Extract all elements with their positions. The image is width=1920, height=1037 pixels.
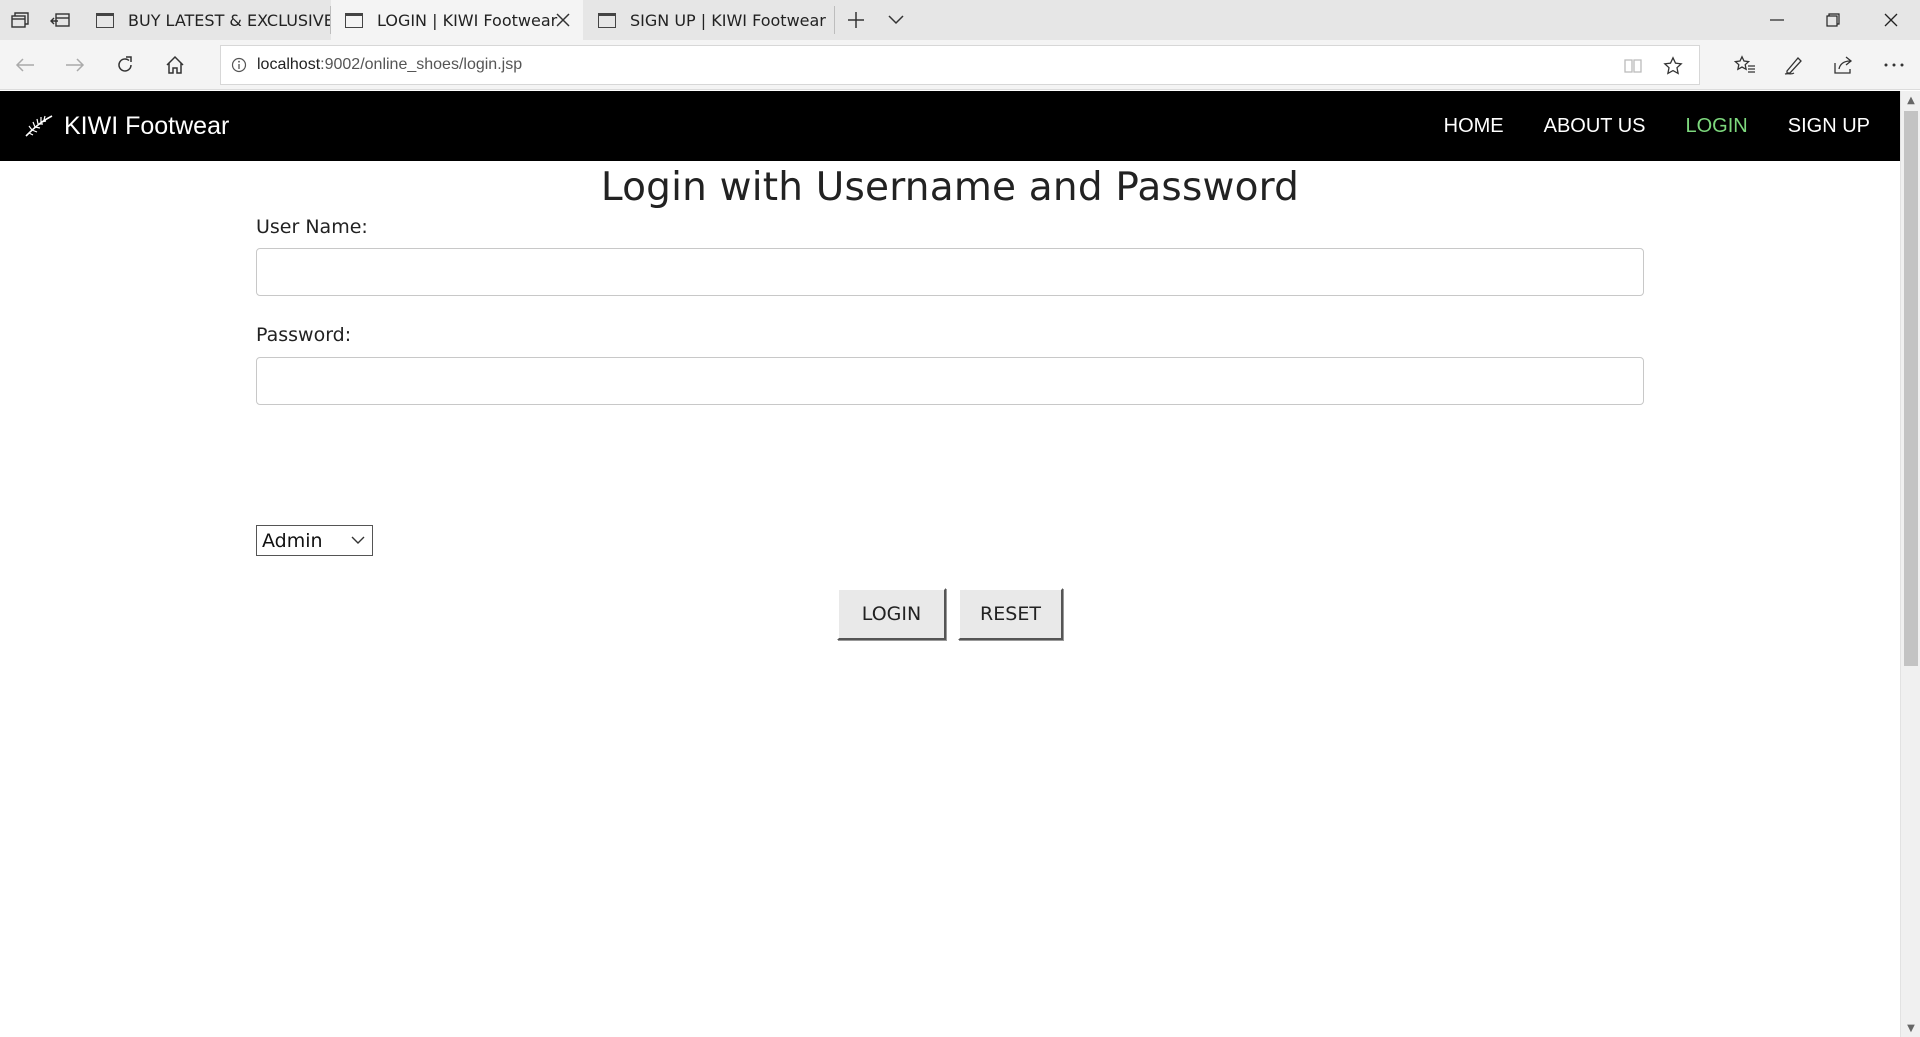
address-bar[interactable]: localhost:9002/online_shoes/login.jsp [220,45,1700,85]
nav-about-link[interactable]: ABOUT US [1544,115,1646,138]
page-viewport: KIWI Footwear HOME ABOUT US LOGIN SIGN U… [0,91,1900,1037]
browser-tab-login[interactable]: LOGIN | KIWI Footwear [331,0,583,40]
scroll-down-arrow-icon[interactable]: ▼ [1901,1019,1920,1037]
role-selected-value: Admin [262,529,323,552]
reading-view-icon[interactable] [1613,46,1653,86]
tab-title: SIGN UP | KIWI Footwear [630,10,826,30]
username-label: User Name: [256,216,368,238]
site-header: KIWI Footwear HOME ABOUT US LOGIN SIGN U… [0,91,1900,161]
site-brand[interactable]: KIWI Footwear [24,91,229,161]
nav-signup-link[interactable]: SIGN UP [1788,115,1870,138]
page-icon [598,12,616,28]
favorite-star-icon[interactable] [1653,46,1693,86]
browser-tab-signup[interactable]: SIGN UP | KIWI Footwear [584,0,834,40]
url-text: localhost:9002/online_shoes/login.jsp [257,56,522,74]
scroll-up-arrow-icon[interactable]: ▲ [1901,91,1920,109]
close-window-icon[interactable] [1861,0,1920,40]
minimize-icon[interactable] [1749,0,1805,40]
nav-home-link[interactable]: HOME [1444,115,1504,138]
username-input[interactable] [256,248,1644,296]
password-input[interactable] [256,357,1644,405]
page-icon [96,12,114,28]
set-tabs-aside-icon[interactable] [40,0,80,40]
site-info-icon[interactable] [221,46,257,84]
forward-arrow-icon[interactable] [55,45,95,85]
refresh-icon[interactable] [105,45,145,85]
web-note-pen-icon[interactable] [1772,45,1816,85]
page-icon [345,12,363,28]
home-icon[interactable] [155,45,195,85]
reset-button[interactable]: RESET [958,588,1063,640]
brand-name: KIWI Footwear [64,111,230,140]
tab-actions-icon[interactable] [0,0,40,40]
chevron-down-icon [351,536,365,544]
tab-title: LOGIN | KIWI Footwear [377,10,558,30]
site-nav: HOME ABOUT US LOGIN SIGN UP [1404,91,1870,161]
role-select[interactable]: Admin [256,525,373,556]
scrollbar-thumb[interactable] [1904,111,1918,666]
browser-toolbar: localhost:9002/online_shoes/login.jsp [0,40,1920,90]
restore-icon[interactable] [1805,0,1861,40]
login-button[interactable]: LOGIN [837,588,946,640]
password-label: Password: [256,324,352,346]
url-path: :9002/online_shoes/login.jsp [320,56,523,73]
browser-tab-home[interactable]: BUY LATEST & EXCLUSIVE F [82,0,330,40]
share-icon[interactable] [1822,45,1866,85]
new-tab-icon[interactable] [836,0,876,40]
form-actions: LOGIN RESET [837,588,1063,640]
silver-fern-logo-icon [25,115,53,137]
back-arrow-icon[interactable] [5,45,45,85]
close-tab-icon[interactable] [551,0,575,40]
more-options-icon[interactable] [1872,45,1916,85]
tab-title: BUY LATEST & EXCLUSIVE F [128,10,330,30]
favorites-hub-icon[interactable] [1723,45,1767,85]
browser-tab-strip: BUY LATEST & EXCLUSIVE F LOGIN | KIWI Fo… [0,0,1920,40]
nav-login-link[interactable]: LOGIN [1686,115,1748,138]
tab-preview-chevron-down-icon[interactable] [876,0,916,40]
page-scrollbar[interactable]: ▲ ▼ [1900,91,1920,1037]
url-host: localhost [257,56,321,73]
page-title: Login with Username and Password [600,165,1300,210]
